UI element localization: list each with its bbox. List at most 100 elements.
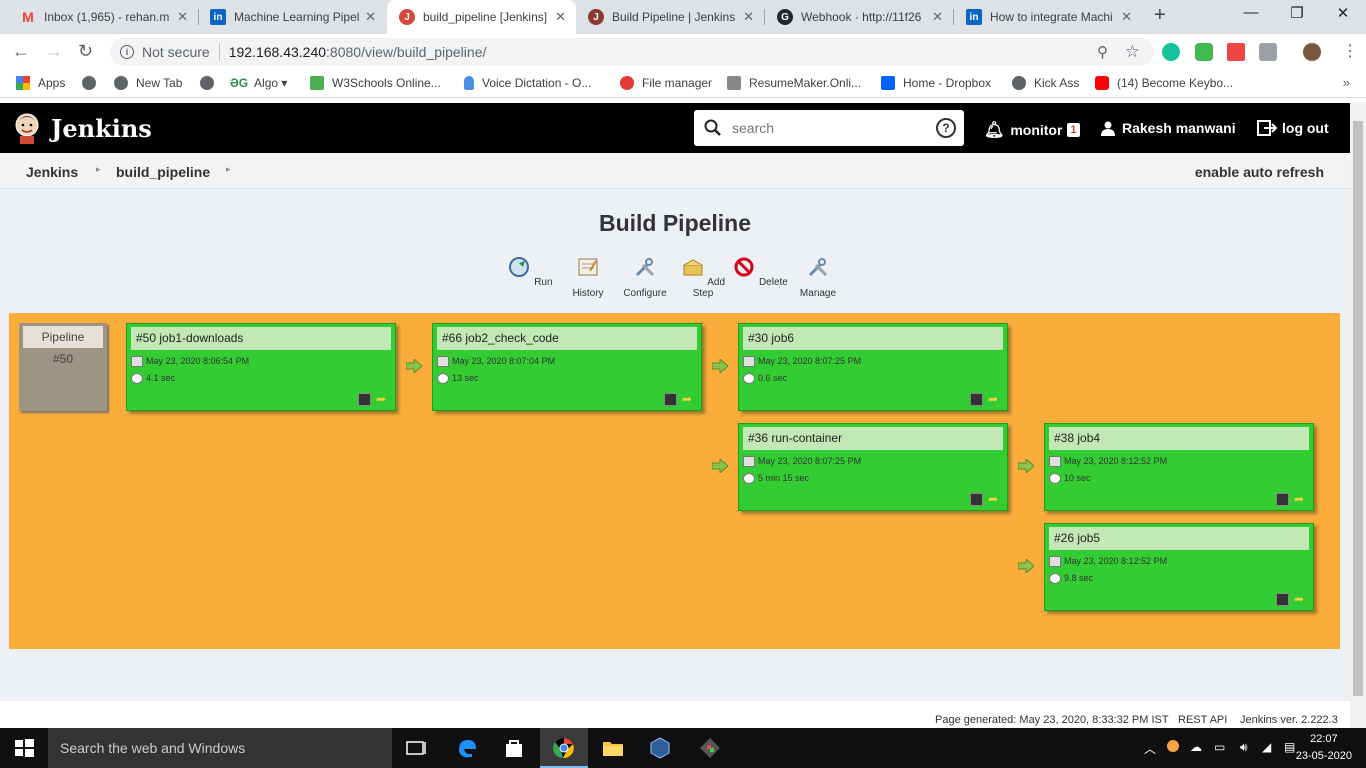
reload-icon[interactable]: ↻	[78, 41, 93, 62]
menu-icon[interactable]: ⋮	[1342, 41, 1358, 61]
close-icon[interactable]: ✕	[365, 9, 376, 25]
cube-icon[interactable]	[1259, 43, 1277, 61]
user-link[interactable]: Rakesh manwani	[1100, 120, 1236, 136]
store-icon[interactable]	[502, 736, 526, 760]
battery-icon[interactable]: ▭	[1214, 740, 1225, 754]
console-icon[interactable]	[664, 393, 677, 406]
browser-tab[interactable]: in How to integrate Machi ✕	[954, 0, 1142, 34]
rerun-arrow-icon[interactable]: ➦	[376, 393, 389, 406]
build-card[interactable]: #36 run-container May 23, 2020 8:07:25 P…	[738, 423, 1008, 511]
rerun-arrow-icon[interactable]: ➦	[988, 393, 1001, 406]
close-icon[interactable]: ✕	[932, 9, 943, 25]
history-button[interactable]: History	[560, 255, 616, 299]
console-icon[interactable]	[1276, 593, 1289, 606]
close-icon[interactable]: ✕	[555, 9, 566, 25]
avatar[interactable]	[1303, 43, 1321, 61]
browser-tab-active[interactable]: J build_pipeline [Jenkins] ✕	[387, 0, 576, 34]
location-icon[interactable]	[1167, 740, 1179, 752]
rerun-arrow-icon[interactable]: ➦	[1294, 593, 1307, 606]
jenkins-brand[interactable]: Jenkins	[51, 114, 152, 143]
bookmark-globe[interactable]	[200, 76, 222, 90]
shield-icon[interactable]	[1195, 43, 1213, 61]
chevron-right-icon[interactable]: ▸	[96, 164, 101, 175]
build-name[interactable]: #36 run-container	[743, 427, 1003, 450]
system-clock[interactable]: 22:07 23-05-2020	[1296, 731, 1352, 765]
file-explorer-icon[interactable]	[601, 736, 625, 760]
bookmark-youtube[interactable]: (14) Become Keybo...	[1095, 76, 1233, 90]
monitor-link[interactable]: 🔔︎ monitor 1	[984, 120, 1080, 140]
delete-button[interactable]: Delete	[732, 255, 788, 288]
build-name[interactable]: #30 job6	[743, 327, 1003, 350]
close-window-icon[interactable]: ✕	[1320, 4, 1366, 22]
build-card[interactable]: #50 job1-downloads May 23, 2020 8:06:54 …	[126, 323, 396, 411]
bookmark-resumemaker[interactable]: ResumeMaker.Onli...	[727, 76, 861, 90]
browser-tab[interactable]: in Machine Learning Pipel ✕	[198, 0, 386, 34]
virtualbox-icon[interactable]	[648, 736, 672, 760]
back-icon[interactable]: ←	[12, 41, 30, 62]
build-name[interactable]: #50 job1-downloads	[131, 327, 391, 350]
forward-icon[interactable]: →	[45, 41, 63, 62]
close-icon[interactable]: ✕	[743, 9, 754, 25]
bookmark-kick-ass[interactable]: Kick Ass	[1012, 76, 1079, 90]
help-icon[interactable]: ?	[936, 118, 956, 138]
browser-tab[interactable]: M Inbox (1,965) - rehan.m ✕	[8, 0, 198, 34]
build-card[interactable]: #38 job4 May 23, 2020 8:12:52 PM 10 sec …	[1044, 423, 1314, 511]
close-icon[interactable]: ✕	[1121, 9, 1132, 25]
configure-button[interactable]: Configure	[617, 255, 673, 299]
git-icon[interactable]	[698, 736, 722, 760]
jenkins-version-link[interactable]: Jenkins ver. 2.222.3	[1240, 714, 1338, 726]
windows-start-icon[interactable]	[12, 736, 36, 760]
rerun-arrow-icon[interactable]: ➦	[682, 393, 695, 406]
rerun-arrow-icon[interactable]: ➦	[1294, 493, 1307, 506]
add-step-button[interactable]: Add Step	[675, 255, 731, 299]
pipeline-run-box[interactable]: Pipeline #50	[19, 323, 107, 411]
bookmark-file-manager[interactable]: File manager	[620, 76, 712, 90]
chevron-more-icon[interactable]: »	[1343, 75, 1350, 90]
bookmark-star-icon[interactable]: ☆	[1125, 42, 1140, 62]
address-bar[interactable]: i Not secure 192.168.43.240 :8080/view/b…	[110, 38, 1154, 66]
bookmark-w3schools[interactable]: W3Schools Online...	[310, 76, 441, 90]
search-box[interactable]: ?	[694, 110, 964, 146]
taskbar-search[interactable]: Search the web and Windows	[48, 728, 392, 768]
edge-icon[interactable]	[455, 736, 479, 760]
minimize-icon[interactable]: —	[1228, 4, 1274, 21]
rest-api-link[interactable]: REST API	[1178, 714, 1227, 726]
info-icon[interactable]: i	[120, 45, 134, 59]
breadcrumb-jenkins[interactable]: Jenkins	[26, 164, 78, 180]
breadcrumb-build-pipeline[interactable]: build_pipeline	[116, 164, 210, 180]
zoom-icon[interactable]: ⚲	[1097, 43, 1108, 61]
console-icon[interactable]	[1276, 493, 1289, 506]
jenkins-logo-icon[interactable]	[13, 112, 41, 144]
bookmark-voice-dictation[interactable]: Voice Dictation - O...	[464, 76, 591, 90]
chevron-right-icon[interactable]: ▸	[226, 164, 231, 175]
task-view-icon[interactable]	[404, 736, 428, 760]
wifi-icon[interactable]: ◢	[1262, 740, 1271, 754]
browser-tab[interactable]: J Build Pipeline | Jenkins ✕	[576, 0, 764, 34]
console-icon[interactable]	[970, 493, 983, 506]
volume-icon[interactable]: 🔊︎	[1240, 740, 1248, 755]
pdf-icon[interactable]	[1227, 43, 1245, 61]
close-icon[interactable]: ✕	[177, 9, 188, 25]
manage-button[interactable]: Manage	[790, 255, 846, 299]
console-icon[interactable]	[970, 393, 983, 406]
run-button[interactable]: Run	[502, 255, 558, 288]
grammarly-icon[interactable]	[1162, 43, 1180, 61]
rerun-arrow-icon[interactable]: ➦	[988, 493, 1001, 506]
build-name[interactable]: #26 job5	[1049, 527, 1309, 550]
bookmark-new-tab[interactable]: New Tab	[114, 76, 182, 90]
build-card[interactable]: #30 job6 May 23, 2020 8:07:25 PM 0.6 sec…	[738, 323, 1008, 411]
browser-tab[interactable]: G Webhook · http://11f26 ✕	[765, 0, 953, 34]
build-name[interactable]: #66 job2_check_code	[437, 327, 697, 350]
bookmark-globe[interactable]	[82, 76, 104, 90]
search-input[interactable]	[732, 120, 922, 136]
chevron-up-icon[interactable]: ︿	[1144, 740, 1156, 757]
onedrive-icon[interactable]: ☁	[1190, 740, 1202, 754]
build-card[interactable]: #66 job2_check_code May 23, 2020 8:07:04…	[432, 323, 702, 411]
bookmark-apps[interactable]: Apps	[16, 76, 65, 90]
enable-auto-refresh-link[interactable]: enable auto refresh	[1195, 164, 1324, 180]
console-icon[interactable]	[358, 393, 371, 406]
vertical-scrollbar[interactable]	[1350, 103, 1366, 728]
chrome-icon[interactable]	[552, 736, 576, 760]
build-name[interactable]: #38 job4	[1049, 427, 1309, 450]
restore-icon[interactable]: ❐	[1274, 4, 1320, 22]
